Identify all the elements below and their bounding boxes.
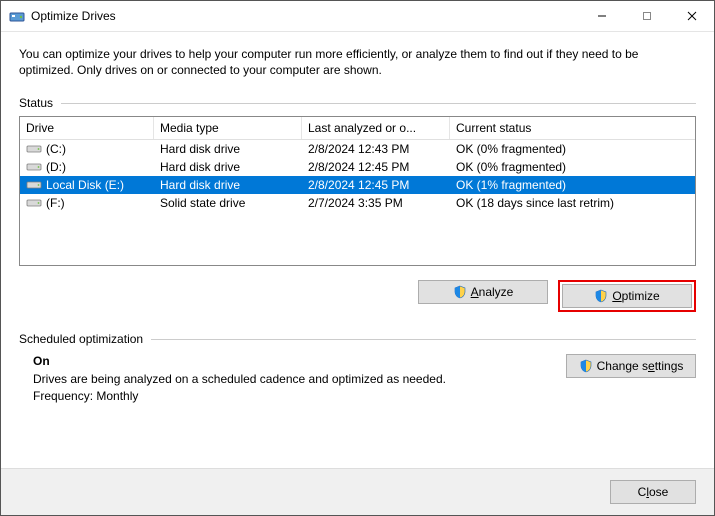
- schedule-line2: Frequency: Monthly: [33, 389, 566, 403]
- footer: Close: [1, 468, 714, 515]
- close-button[interactable]: [669, 1, 714, 31]
- shield-icon: [453, 285, 467, 299]
- current-status: OK (18 days since last retrim): [450, 196, 695, 210]
- optimize-button[interactable]: Optimize: [562, 284, 692, 308]
- col-last[interactable]: Last analyzed or o...: [302, 117, 450, 139]
- media-type: Hard disk drive: [154, 178, 302, 192]
- divider: [151, 339, 696, 340]
- shield-icon: [594, 289, 608, 303]
- table-row[interactable]: (C:) Hard disk drive2/8/2024 12:43 PMOK (…: [20, 140, 695, 158]
- change-settings-button[interactable]: Change settings: [566, 354, 696, 378]
- analyze-button[interactable]: Analyze: [418, 280, 548, 304]
- last-analyzed: 2/8/2024 12:43 PM: [302, 142, 450, 156]
- close-dialog-button[interactable]: Close: [610, 480, 696, 504]
- minimize-button[interactable]: [579, 1, 624, 31]
- table-row[interactable]: (F:) Solid state drive2/7/2024 3:35 PMOK …: [20, 194, 695, 212]
- drive-icon: [26, 197, 42, 209]
- table-row[interactable]: Local Disk (E:) Hard disk drive2/8/2024 1…: [20, 176, 695, 194]
- current-status: OK (0% fragmented): [450, 142, 695, 156]
- app-icon: [9, 8, 25, 24]
- window-title: Optimize Drives: [31, 9, 579, 23]
- schedule-line1: Drives are being analyzed on a scheduled…: [33, 372, 566, 386]
- media-type: Hard disk drive: [154, 142, 302, 156]
- description-text: You can optimize your drives to help you…: [19, 46, 696, 78]
- schedule-section-label: Scheduled optimization: [19, 332, 143, 346]
- schedule-on: On: [33, 354, 566, 368]
- drive-icon: [26, 179, 42, 191]
- status-section-label: Status: [19, 96, 53, 110]
- shield-icon: [579, 359, 593, 373]
- last-analyzed: 2/7/2024 3:35 PM: [302, 196, 450, 210]
- current-status: OK (0% fragmented): [450, 160, 695, 174]
- col-status[interactable]: Current status: [450, 117, 695, 139]
- drive-name: Local Disk (E:): [46, 178, 124, 192]
- last-analyzed: 2/8/2024 12:45 PM: [302, 160, 450, 174]
- col-media[interactable]: Media type: [154, 117, 302, 139]
- drive-name: (F:): [46, 196, 65, 210]
- col-drive[interactable]: Drive: [20, 117, 154, 139]
- titlebar: Optimize Drives: [1, 1, 714, 32]
- drive-name: (D:): [46, 160, 66, 174]
- last-analyzed: 2/8/2024 12:45 PM: [302, 178, 450, 192]
- optimize-drives-window: Optimize Drives You can optimize your dr…: [0, 0, 715, 516]
- optimize-highlight: Optimize: [558, 280, 696, 312]
- maximize-button[interactable]: [624, 1, 669, 31]
- media-type: Solid state drive: [154, 196, 302, 210]
- table-row[interactable]: (D:) Hard disk drive2/8/2024 12:45 PMOK (…: [20, 158, 695, 176]
- current-status: OK (1% fragmented): [450, 178, 695, 192]
- drive-icon: [26, 161, 42, 173]
- drives-table: Drive Media type Last analyzed or o... C…: [19, 116, 696, 266]
- drive-icon: [26, 143, 42, 155]
- media-type: Hard disk drive: [154, 160, 302, 174]
- divider: [61, 103, 696, 104]
- table-header: Drive Media type Last analyzed or o... C…: [20, 117, 695, 140]
- drive-name: (C:): [46, 142, 66, 156]
